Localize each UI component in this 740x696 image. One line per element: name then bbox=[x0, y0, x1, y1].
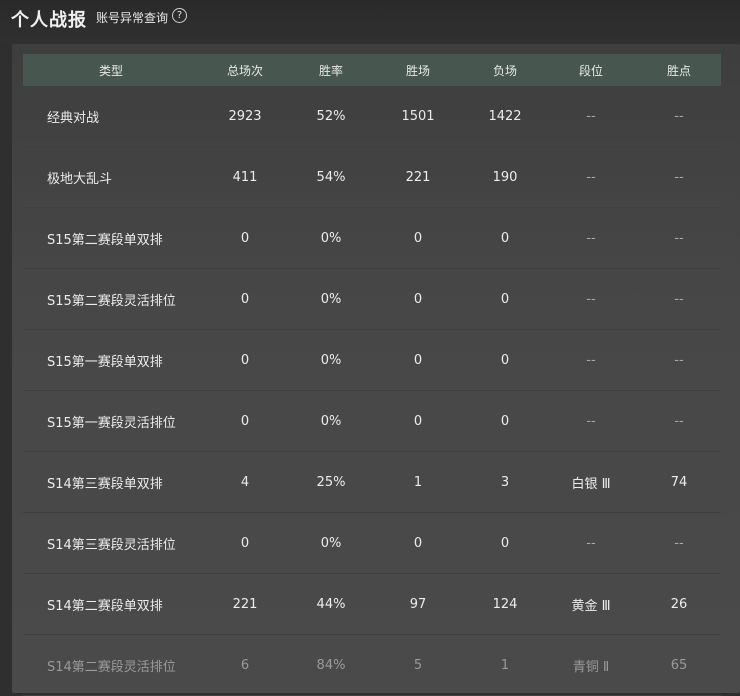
cell-wins: 0 bbox=[413, 291, 423, 307]
cell-rank: -- bbox=[586, 413, 596, 429]
cell-type: 经典对战 bbox=[47, 110, 100, 126]
cell-rank: -- bbox=[586, 108, 596, 124]
cell-wins: 0 bbox=[413, 413, 423, 429]
table-row: S15第一赛段灵活排位 0 0% 0 0 -- -- bbox=[23, 391, 721, 452]
cell-losses: 3 bbox=[500, 474, 510, 490]
table-row: S15第一赛段单双排 0 0% 0 0 -- -- bbox=[23, 330, 721, 391]
table-row: S14第三赛段单双排 4 25% 1 3 白银 Ⅲ 74 bbox=[23, 452, 721, 513]
cell-lp: 26 bbox=[670, 596, 688, 612]
cell-total: 0 bbox=[240, 230, 250, 246]
cell-lp: 74 bbox=[670, 474, 688, 490]
help-icon[interactable]: ? bbox=[172, 8, 187, 23]
cell-winrate: 52% bbox=[316, 108, 346, 124]
cell-losses: 0 bbox=[500, 230, 510, 246]
cell-rank: -- bbox=[586, 230, 596, 246]
col-lp: 胜点 bbox=[666, 63, 691, 78]
cell-type: S15第二赛段单双排 bbox=[47, 232, 163, 248]
cell-wins: 221 bbox=[405, 169, 431, 185]
cell-winrate: 84% bbox=[316, 657, 346, 673]
cell-lp: -- bbox=[674, 108, 684, 124]
cell-winrate: 25% bbox=[316, 474, 346, 490]
table-body: 经典对战 2923 52% 1501 1422 -- -- 极地大乱斗 411 54% 221 190… bbox=[23, 86, 721, 696]
cell-lp: -- bbox=[674, 413, 684, 429]
cell-total: 411 bbox=[232, 169, 258, 185]
table-row: S15第二赛段灵活排位 0 0% 0 0 -- -- bbox=[23, 269, 721, 330]
cell-rank: -- bbox=[586, 291, 596, 307]
cell-wins: 0 bbox=[413, 535, 423, 551]
cell-lp: 65 bbox=[670, 657, 688, 673]
cell-type: S14第二赛段灵活排位 bbox=[47, 659, 176, 675]
stats-table: 类型 总场次 胜率 胜场 负场 段位 胜点 经典对战 2923 52% 1501 142… bbox=[23, 54, 721, 696]
cell-losses: 0 bbox=[500, 291, 510, 307]
cell-lp: -- bbox=[674, 169, 684, 185]
cell-losses: 0 bbox=[500, 352, 510, 368]
cell-total: 0 bbox=[240, 352, 250, 368]
cell-winrate: 44% bbox=[316, 596, 346, 612]
table-row: S14第二赛段单双排 221 44% 97 124 黄金 Ⅲ 26 bbox=[23, 574, 721, 635]
table-row: S14第二赛段灵活排位 6 84% 5 1 青铜 Ⅱ 65 bbox=[23, 635, 721, 696]
cell-total: 0 bbox=[240, 291, 250, 307]
page-title: 个人战报 bbox=[11, 10, 87, 31]
cell-losses: 190 bbox=[492, 169, 518, 185]
cell-total: 0 bbox=[240, 413, 250, 429]
stats-panel: 类型 总场次 胜率 胜场 负场 段位 胜点 经典对战 2923 52% 1501 142… bbox=[12, 44, 740, 696]
table-row: S14第三赛段灵活排位 0 0% 0 0 -- -- bbox=[23, 513, 721, 574]
cell-winrate: 0% bbox=[320, 230, 342, 246]
cell-winrate: 0% bbox=[320, 535, 342, 551]
cell-total: 2923 bbox=[228, 108, 262, 124]
cell-lp: -- bbox=[674, 230, 684, 246]
cell-wins: 0 bbox=[413, 352, 423, 368]
cell-type: S14第三赛段灵活排位 bbox=[47, 537, 176, 553]
cell-type: S15第二赛段灵活排位 bbox=[47, 293, 176, 309]
cell-winrate: 0% bbox=[320, 413, 342, 429]
table-row: 经典对战 2923 52% 1501 1422 -- -- bbox=[23, 86, 721, 147]
cell-losses: 0 bbox=[500, 413, 510, 429]
table-header: 类型 总场次 胜率 胜场 负场 段位 胜点 bbox=[23, 54, 721, 86]
cell-losses: 1422 bbox=[488, 108, 522, 124]
cell-total: 221 bbox=[232, 596, 258, 612]
col-rank: 段位 bbox=[578, 63, 603, 78]
cell-lp: -- bbox=[674, 291, 684, 307]
table-row: 极地大乱斗 411 54% 221 190 -- -- bbox=[23, 147, 721, 208]
cell-winrate: 0% bbox=[320, 352, 342, 368]
cell-rank: 黄金 Ⅲ bbox=[571, 598, 611, 614]
cell-losses: 0 bbox=[500, 535, 510, 551]
cell-total: 0 bbox=[240, 535, 250, 551]
cell-type: S14第二赛段单双排 bbox=[47, 598, 163, 614]
cell-winrate: 0% bbox=[320, 291, 342, 307]
cell-type: S14第三赛段单双排 bbox=[47, 476, 163, 492]
top-bar: 个人战报 账号异常查询 ? bbox=[0, 0, 740, 44]
cell-wins: 97 bbox=[409, 596, 427, 612]
cell-rank: 白银 Ⅲ bbox=[571, 476, 611, 492]
cell-wins: 1501 bbox=[401, 108, 435, 124]
cell-lp: -- bbox=[674, 535, 684, 551]
cell-rank: -- bbox=[586, 352, 596, 368]
cell-total: 4 bbox=[240, 474, 250, 490]
cell-rank: 青铜 Ⅱ bbox=[572, 659, 610, 675]
cell-wins: 5 bbox=[413, 657, 423, 673]
cell-wins: 0 bbox=[413, 230, 423, 246]
cell-winrate: 54% bbox=[316, 169, 346, 185]
cell-rank: -- bbox=[586, 535, 596, 551]
col-total: 总场次 bbox=[226, 63, 263, 78]
cell-type: S15第一赛段单双排 bbox=[47, 354, 163, 370]
col-wins: 胜场 bbox=[405, 63, 430, 78]
col-type: 类型 bbox=[98, 63, 123, 78]
cell-type: S15第一赛段灵活排位 bbox=[47, 415, 176, 431]
cell-losses: 124 bbox=[492, 596, 518, 612]
cell-losses: 1 bbox=[500, 657, 510, 673]
account-anomaly-link[interactable]: 账号异常查询 bbox=[96, 9, 168, 26]
col-winrate: 胜率 bbox=[318, 63, 343, 78]
table-row: S15第二赛段单双排 0 0% 0 0 -- -- bbox=[23, 208, 721, 269]
cell-rank: -- bbox=[586, 169, 596, 185]
cell-total: 6 bbox=[240, 657, 250, 673]
cell-lp: -- bbox=[674, 352, 684, 368]
cell-type: 极地大乱斗 bbox=[47, 171, 113, 187]
col-losses: 负场 bbox=[492, 63, 517, 78]
cell-wins: 1 bbox=[413, 474, 423, 490]
